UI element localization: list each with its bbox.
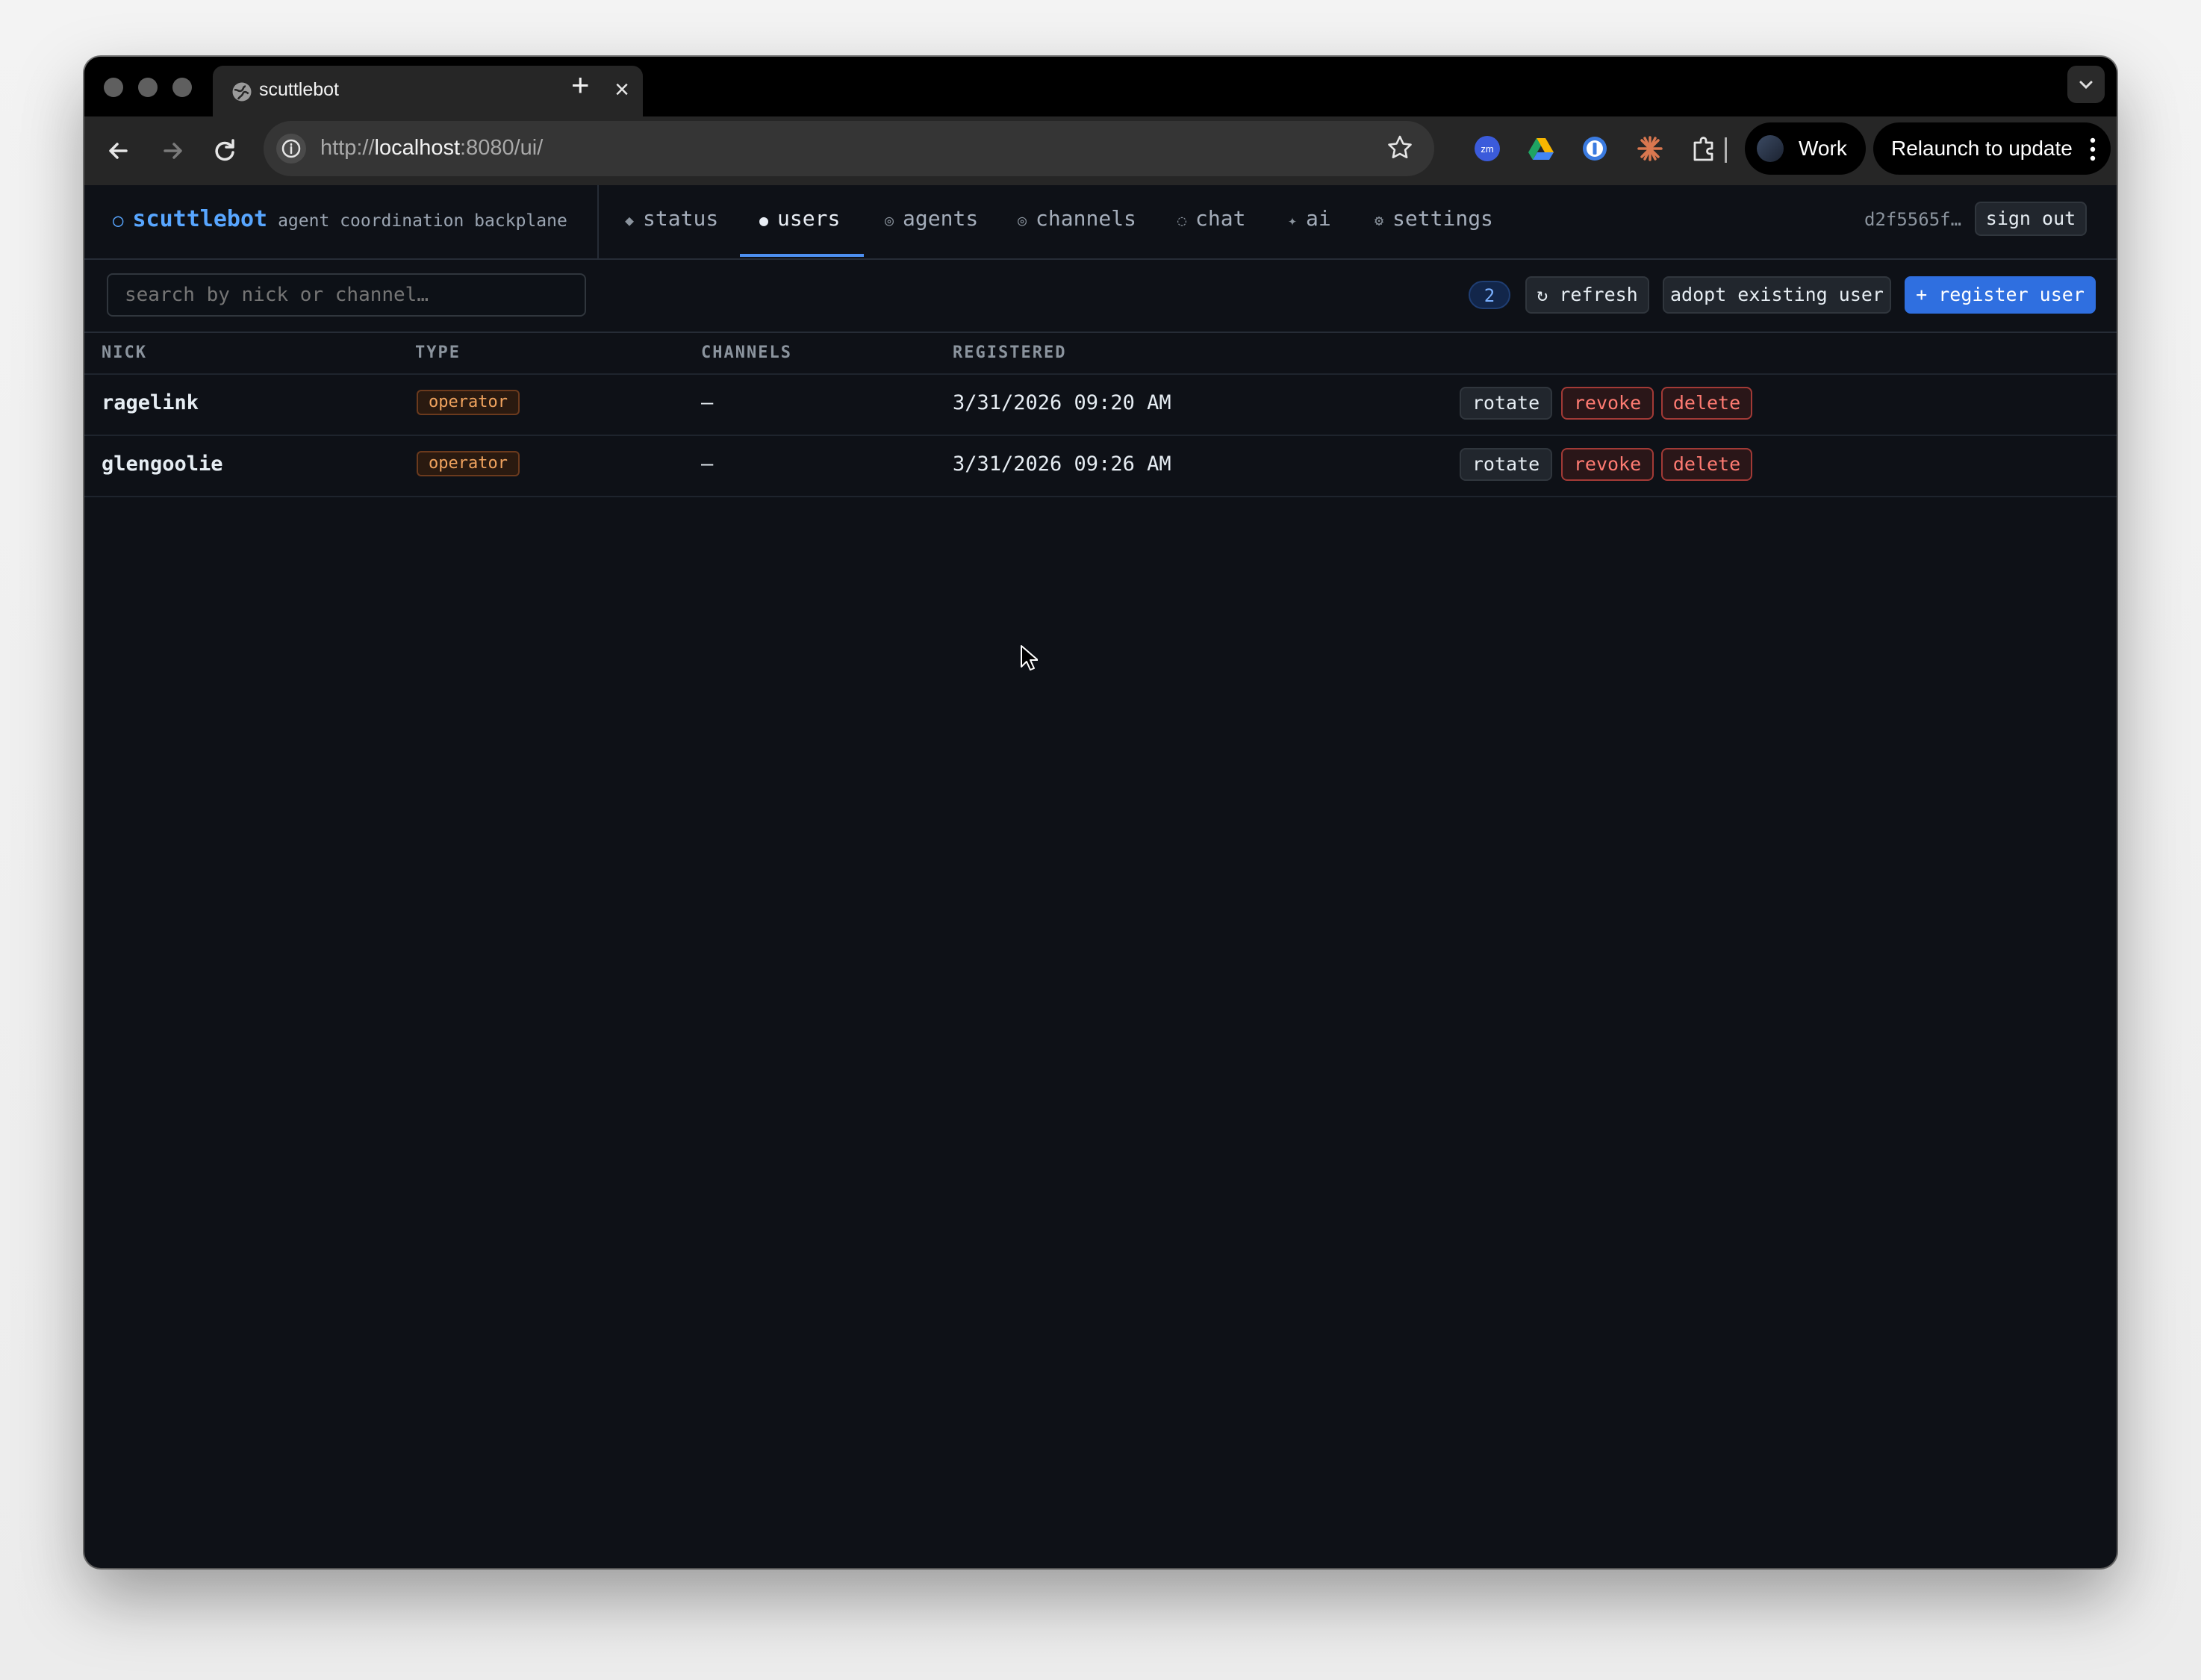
tab-search-button[interactable]	[2067, 66, 2105, 103]
tab-chat[interactable]: ◌ chat	[1177, 206, 1245, 231]
search-input[interactable]	[107, 273, 586, 317]
tab-ai-label: ai	[1306, 206, 1331, 231]
chevron-down-icon	[2079, 81, 2093, 90]
rotate-button[interactable]: rotate	[1460, 448, 1552, 481]
close-tab-icon[interactable]: ×	[614, 76, 629, 103]
user-registered: 3/31/2026 09:20 AM	[953, 391, 1171, 414]
sign-out-button[interactable]: sign out	[1975, 202, 2087, 236]
site-info-icon[interactable]	[274, 131, 308, 166]
url-scheme: http://	[320, 136, 375, 160]
kebab-menu-icon[interactable]	[2090, 137, 2096, 161]
tab-ai[interactable]: ✦ ai	[1288, 206, 1331, 231]
diamond-icon: ◆	[625, 211, 635, 229]
user-id: d2f5565f…	[1864, 209, 1962, 230]
tab-strip: scuttlebot × +	[84, 57, 2117, 116]
brand-tagline: agent coordination backplane	[278, 211, 567, 231]
table-header: NICK TYPE CHANNELS REGISTERED	[84, 332, 2117, 375]
brand-circle-icon: ○	[113, 210, 124, 231]
column-header-type: TYPE	[415, 343, 461, 362]
tab-users[interactable]: ● users	[759, 206, 840, 231]
user-count-badge: 2	[1469, 281, 1510, 309]
target-icon: ◎	[885, 211, 894, 229]
tab-status[interactable]: ◆ status	[625, 206, 718, 231]
brand[interactable]: ○ scuttlebot agent coordination backplane	[113, 206, 567, 232]
table-row: ragelink operator — 3/31/2026 09:20 AM r…	[84, 373, 2117, 436]
tab-chat-label: chat	[1195, 206, 1246, 231]
tab-users-label: users	[777, 206, 841, 231]
tab-channels[interactable]: ◎ channels	[1018, 206, 1136, 231]
user-type-badge: operator	[417, 390, 520, 415]
toolbar-divider	[1725, 137, 1727, 163]
users-toolbar: 2 ↻ refresh adopt existing user + regist…	[84, 258, 2117, 333]
delete-button[interactable]: delete	[1661, 387, 1752, 420]
url-host: localhost	[374, 136, 461, 160]
avatar	[1757, 135, 1784, 162]
tab-status-label: status	[643, 206, 719, 231]
user-nick: ragelink	[102, 391, 199, 414]
rotate-button[interactable]: rotate	[1460, 387, 1552, 420]
puzzle-extensions-icon[interactable]	[1690, 134, 1718, 163]
relaunch-label: Relaunch to update	[1891, 137, 2073, 160]
delete-button[interactable]: delete	[1661, 448, 1752, 481]
register-user-button[interactable]: + register user	[1905, 276, 2096, 314]
user-channels: —	[701, 391, 714, 414]
mouse-cursor-icon	[1021, 645, 1038, 671]
column-header-registered: REGISTERED	[953, 343, 1067, 362]
header-divider	[597, 185, 599, 258]
column-header-channels: CHANNELS	[701, 343, 792, 362]
tab-agents[interactable]: ◎ agents	[885, 206, 978, 231]
close-window-button[interactable]	[104, 78, 123, 97]
claude-icon[interactable]	[1636, 134, 1664, 163]
adopt-existing-user-button[interactable]: adopt existing user	[1663, 276, 1891, 314]
address-bar[interactable]: http://localhost:8080/ui/	[264, 121, 1434, 176]
profile-button[interactable]: Work	[1745, 122, 1866, 175]
active-tab-indicator	[740, 254, 864, 257]
user-nick: glengoolie	[102, 452, 223, 476]
revoke-button[interactable]: revoke	[1561, 387, 1654, 420]
tab-settings[interactable]: ⚙ settings	[1375, 206, 1493, 231]
browser-window: scuttlebot × + http://localhost:8080/ui/	[84, 57, 2117, 1568]
revoke-button[interactable]: revoke	[1561, 448, 1654, 481]
profile-label: Work	[1799, 137, 1847, 160]
tab-channels-label: channels	[1036, 206, 1136, 231]
tab-title: scuttlebot	[259, 79, 340, 100]
reload-icon[interactable]	[208, 134, 241, 167]
refresh-button[interactable]: ↻ refresh	[1525, 276, 1649, 314]
table-row: glengoolie operator — 3/31/2026 09:26 AM…	[84, 435, 2117, 497]
zoom-icon[interactable]: zm	[1473, 134, 1501, 163]
zoom-icon-text: zm	[1481, 143, 1493, 155]
user-registered: 3/31/2026 09:26 AM	[953, 452, 1171, 476]
relaunch-button[interactable]: Relaunch to update	[1873, 122, 2111, 175]
new-tab-button[interactable]: +	[571, 69, 590, 101]
maximize-window-button[interactable]	[172, 78, 192, 97]
column-header-nick: NICK	[102, 343, 147, 362]
forward-arrow-icon[interactable]	[156, 134, 189, 167]
target-icon: ◎	[1018, 211, 1027, 229]
user-type-badge: operator	[417, 451, 520, 476]
back-arrow-icon[interactable]	[102, 134, 135, 167]
user-channels: —	[701, 452, 714, 476]
brand-name: scuttlebot	[132, 206, 268, 232]
google-drive-icon[interactable]	[1527, 134, 1555, 163]
gear-icon: ⚙	[1375, 211, 1384, 229]
app-header: ○ scuttlebot agent coordination backplane …	[84, 185, 2117, 260]
sparkle-icon: ✦	[1288, 211, 1298, 229]
tab-agents-label: agents	[903, 206, 979, 231]
url-text[interactable]: http://localhost:8080/ui/	[320, 136, 543, 161]
password-manager-icon[interactable]	[1581, 134, 1609, 163]
globe-icon	[232, 82, 252, 102]
dot-icon: ●	[759, 211, 769, 229]
minimize-window-button[interactable]	[138, 78, 158, 97]
bookmark-star-icon[interactable]	[1385, 133, 1415, 163]
url-path: :8080/ui/	[460, 136, 544, 160]
tab-settings-label: settings	[1392, 206, 1493, 231]
dotted-circle-icon: ◌	[1177, 211, 1187, 229]
